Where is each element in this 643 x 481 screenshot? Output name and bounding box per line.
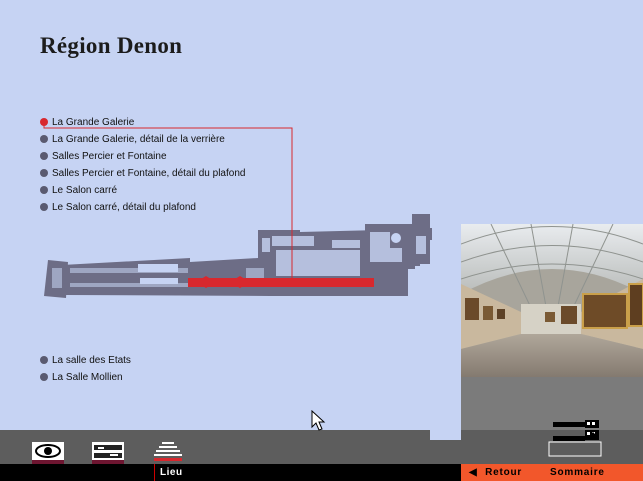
room-label: Le Salon carré, détail du plafond [52,202,196,213]
plan-room [262,238,270,252]
room-item-percier-fontaine-plafond[interactable]: Salles Percier et Fontaine, détail du pl… [40,165,245,182]
plan-dome [391,233,401,243]
eye-icon-graphic [32,442,64,460]
room-label: La salle des Etats [52,355,131,366]
mini-map-icon[interactable] [547,416,603,458]
room-label: La Salle Mollien [52,372,123,383]
room-label: Le Salon carré [52,185,118,196]
room-label: La Grande Galerie, détail de la verrière [52,134,225,145]
room-list-lower: La salle des Etats La Salle Mollien [40,352,131,386]
left-arrow-icon: ◀ [469,467,478,478]
bullet-icon [40,373,48,381]
plan-room [332,240,360,248]
plan-room [276,250,360,276]
room-item-salon-carre[interactable]: Le Salon carré [40,182,245,199]
plan-room [388,248,402,262]
gallery-photo[interactable] [461,224,643,377]
bullet-icon [40,118,48,126]
room-label: Salles Percier et Fontaine [52,151,167,162]
nav-bar: ◀ Retour Sommaire [461,464,643,481]
room-item-salon-carre-plafond[interactable]: Le Salon carré, détail du plafond [40,199,245,216]
room-item-salle-des-etats[interactable]: La salle des Etats [40,352,131,369]
room-label: La Grande Galerie [52,117,135,128]
summary-button[interactable]: Sommaire [550,464,605,481]
room-item-percier-fontaine[interactable]: Salles Percier et Fontaine [40,148,245,165]
bullet-icon [40,152,48,160]
plan-room [246,268,264,278]
room-item-salle-mollien[interactable]: La Salle Mollien [40,369,131,386]
plan-room [370,232,390,262]
back-label: Retour [485,467,523,478]
room-label: Salles Percier et Fontaine, détail du pl… [52,168,246,179]
bullet-icon [40,356,48,364]
mini-map-graphic [548,420,602,457]
plan-pavilion-left-inner [52,268,62,288]
lieu-tab[interactable]: Lieu [154,464,196,481]
plan-room [416,236,426,254]
toolbar-notch [430,430,461,440]
plan-highlight-grande-galerie [188,278,374,287]
bullet-icon [40,203,48,211]
bullet-icon [40,186,48,194]
room-list: La Grande Galerie La Grande Galerie, dét… [40,114,245,216]
plan-room [272,236,314,246]
museum-icon[interactable] [152,440,184,464]
gallery-photo-image [461,224,643,377]
room-item-grande-galerie-verriere[interactable]: La Grande Galerie, détail de la verrière [40,131,245,148]
mouse-cursor-icon [311,410,326,431]
floor-plan-icon-graphic [92,442,124,460]
museum-icon-graphic [154,442,182,461]
bullet-icon [40,169,48,177]
room-item-grande-galerie[interactable]: La Grande Galerie [40,114,245,131]
back-button[interactable]: ◀ Retour [469,464,522,481]
bullet-icon [40,135,48,143]
